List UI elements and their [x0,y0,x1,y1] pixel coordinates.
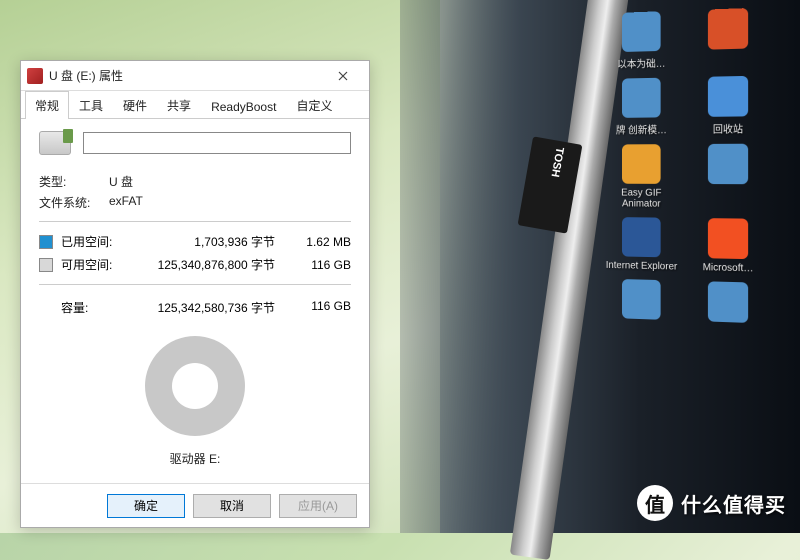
app-icon [708,8,748,50]
tab-共享[interactable]: 共享 [157,91,201,119]
app-icon [622,279,661,320]
divider [39,221,351,222]
tab-自定义[interactable]: 自定义 [286,91,342,119]
properties-dialog: U 盘 (E:) 属性 常规工具硬件共享ReadyBoost自定义 类型: U … [20,60,370,528]
type-label: 类型: [39,173,109,190]
desktop-icon[interactable]: 以本为础… [603,11,680,72]
sd-brand: TOSH [549,146,566,178]
apply-button[interactable]: 应用(A) [279,494,357,518]
icon-label: 回收站 [713,120,743,135]
desktop-icon[interactable] [688,144,768,211]
total-row: 容量: 125,342,580,736 字节 116 GB [39,293,351,318]
cancel-button[interactable]: 取消 [193,494,271,518]
desktop-icon[interactable] [688,7,768,69]
icon-label: 以本为础… [617,55,665,71]
volume-name-input[interactable] [83,132,351,154]
drive-letter-label: 驱动器 E: [170,450,221,467]
total-human: 116 GB [291,299,351,316]
filesystem-label: 文件系统: [39,194,109,211]
tab-readyboost[interactable]: ReadyBoost [201,94,286,119]
icon-label: 牌 创新模… [616,121,667,136]
app-icon [622,78,661,118]
app-icon [622,217,661,257]
icon-label: Internet Explorer [606,260,677,273]
free-space-row: 可用空间: 125,340,876,800 字节 116 GB [39,253,351,276]
app-icon [708,281,748,323]
titlebar: U 盘 (E:) 属性 [21,61,369,91]
icon-label: Microsoft… [703,262,754,274]
watermark-text: 什么值得买 [681,489,786,518]
watermark: 值 什么值得买 [637,485,786,521]
used-space-row: 已用空间: 1,703,936 字节 1.62 MB [39,230,351,253]
dialog-title: U 盘 (E:) 属性 [49,67,323,84]
divider [39,284,351,285]
desktop-icon[interactable]: Microsoft… [688,218,768,275]
ok-button[interactable]: 确定 [107,494,185,518]
desktop-icon[interactable]: 牌 创新模… [603,77,680,136]
desktop-icon[interactable]: 回收站 [688,75,768,136]
free-bytes: 125,340,876,800 字节 [125,256,291,273]
tab-content-general: 类型: U 盘 文件系统: exFAT 已用空间: 1,703,936 字节 1… [21,119,369,483]
icon-label: Easy GIF Animator [603,188,680,210]
desktop-icon[interactable]: Easy GIF Animator [603,144,680,210]
app-icon [708,144,748,184]
drive-icon-small [27,68,43,84]
used-swatch [39,235,53,249]
desktop-icon[interactable]: Internet Explorer [603,217,680,273]
used-bytes: 1,703,936 字节 [125,233,291,250]
app-icon [622,11,661,52]
app-icon [708,76,748,117]
total-bytes: 125,342,580,736 字节 [125,299,291,316]
app-icon [708,218,748,259]
close-button[interactable] [323,64,363,88]
capacity-donut [145,336,245,436]
drive-icon [39,131,71,155]
watermark-badge: 值 [637,485,673,521]
free-swatch [39,258,53,272]
filesystem-value: exFAT [109,194,351,211]
desktop-icon[interactable] [688,281,768,328]
tab-硬件[interactable]: 硬件 [113,91,157,119]
type-value: U 盘 [109,173,351,190]
tab-工具[interactable]: 工具 [69,91,113,119]
tabs: 常规工具硬件共享ReadyBoost自定义 [21,91,369,119]
desktop-icon[interactable] [603,279,680,325]
total-label: 容量: [39,299,125,316]
used-human: 1.62 MB [291,235,351,249]
tab-常规[interactable]: 常规 [25,91,69,119]
free-label: 可用空间: [61,256,125,273]
dialog-buttons: 确定 取消 应用(A) [21,483,369,527]
app-icon [622,144,661,184]
used-label: 已用空间: [61,233,125,250]
free-human: 116 GB [291,258,351,272]
desktop-icons: 以本为础… 牌 创新模… 回收站 Easy GIF Animator Internet … [603,6,791,328]
